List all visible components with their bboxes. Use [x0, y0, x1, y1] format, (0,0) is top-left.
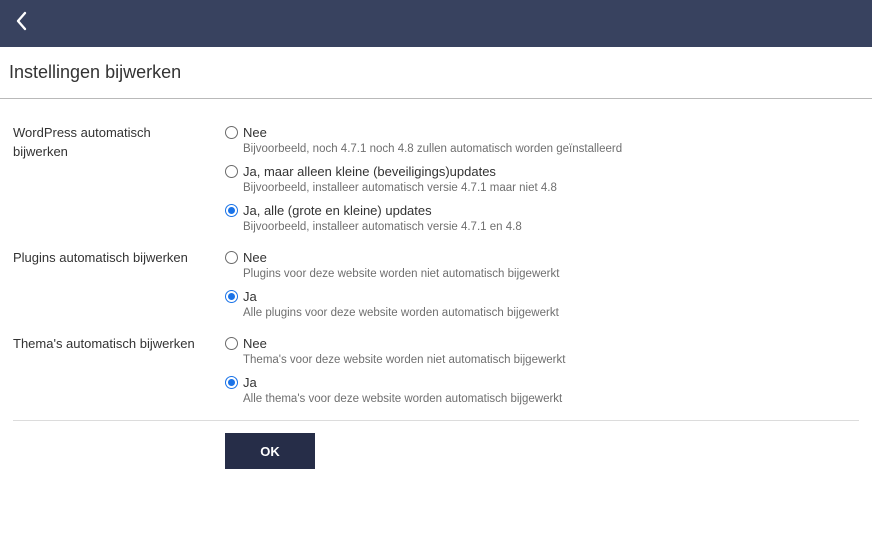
option-label[interactable]: Nee	[243, 335, 267, 352]
form-divider	[13, 420, 859, 421]
option-label[interactable]: Nee	[243, 249, 267, 266]
plugins-ja-radio[interactable]	[225, 290, 238, 303]
option-description: Alle thema's voor deze website worden au…	[243, 393, 563, 405]
option-label[interactable]: Ja, maar alleen kleine (beveiligings)upd…	[243, 163, 496, 180]
wordpress-nee-radio[interactable]	[225, 126, 238, 139]
plugins-update-label: Plugins automatisch bijwerken	[13, 250, 188, 265]
wordpress-minor-radio[interactable]	[225, 165, 238, 178]
option-description: Plugins voor deze website worden niet au…	[243, 268, 560, 280]
option-description: Bijvoorbeeld, installeer automatisch ver…	[243, 221, 522, 233]
back-button[interactable]	[10, 9, 34, 33]
top-bar	[0, 0, 872, 47]
themes-nee-radio[interactable]	[225, 337, 238, 350]
title-divider	[0, 98, 872, 99]
option-description: Thema's voor deze website worden niet au…	[243, 354, 566, 366]
option-label[interactable]: Ja	[243, 288, 257, 305]
wordpress-all-radio[interactable]	[225, 204, 238, 217]
page-title: Instellingen bijwerken	[9, 62, 182, 82]
ok-button[interactable]: OK	[225, 433, 315, 469]
option-label[interactable]: Ja, alle (grote en kleine) updates	[243, 202, 432, 219]
wordpress-update-label: WordPress automatisch bijwerken	[13, 125, 151, 159]
themes-update-label: Thema's automatisch bijwerken	[13, 336, 195, 351]
plugins-nee-radio[interactable]	[225, 251, 238, 264]
themes-ja-radio[interactable]	[225, 376, 238, 389]
option-description: Bijvoorbeeld, noch 4.7.1 noch 4.8 zullen…	[243, 143, 623, 155]
option-description: Bijvoorbeeld, installeer automatisch ver…	[243, 182, 557, 194]
option-label[interactable]: Nee	[243, 124, 267, 141]
option-description: Alle plugins voor deze website worden au…	[243, 307, 559, 319]
chevron-left-icon	[16, 11, 27, 31]
option-label[interactable]: Ja	[243, 374, 257, 391]
